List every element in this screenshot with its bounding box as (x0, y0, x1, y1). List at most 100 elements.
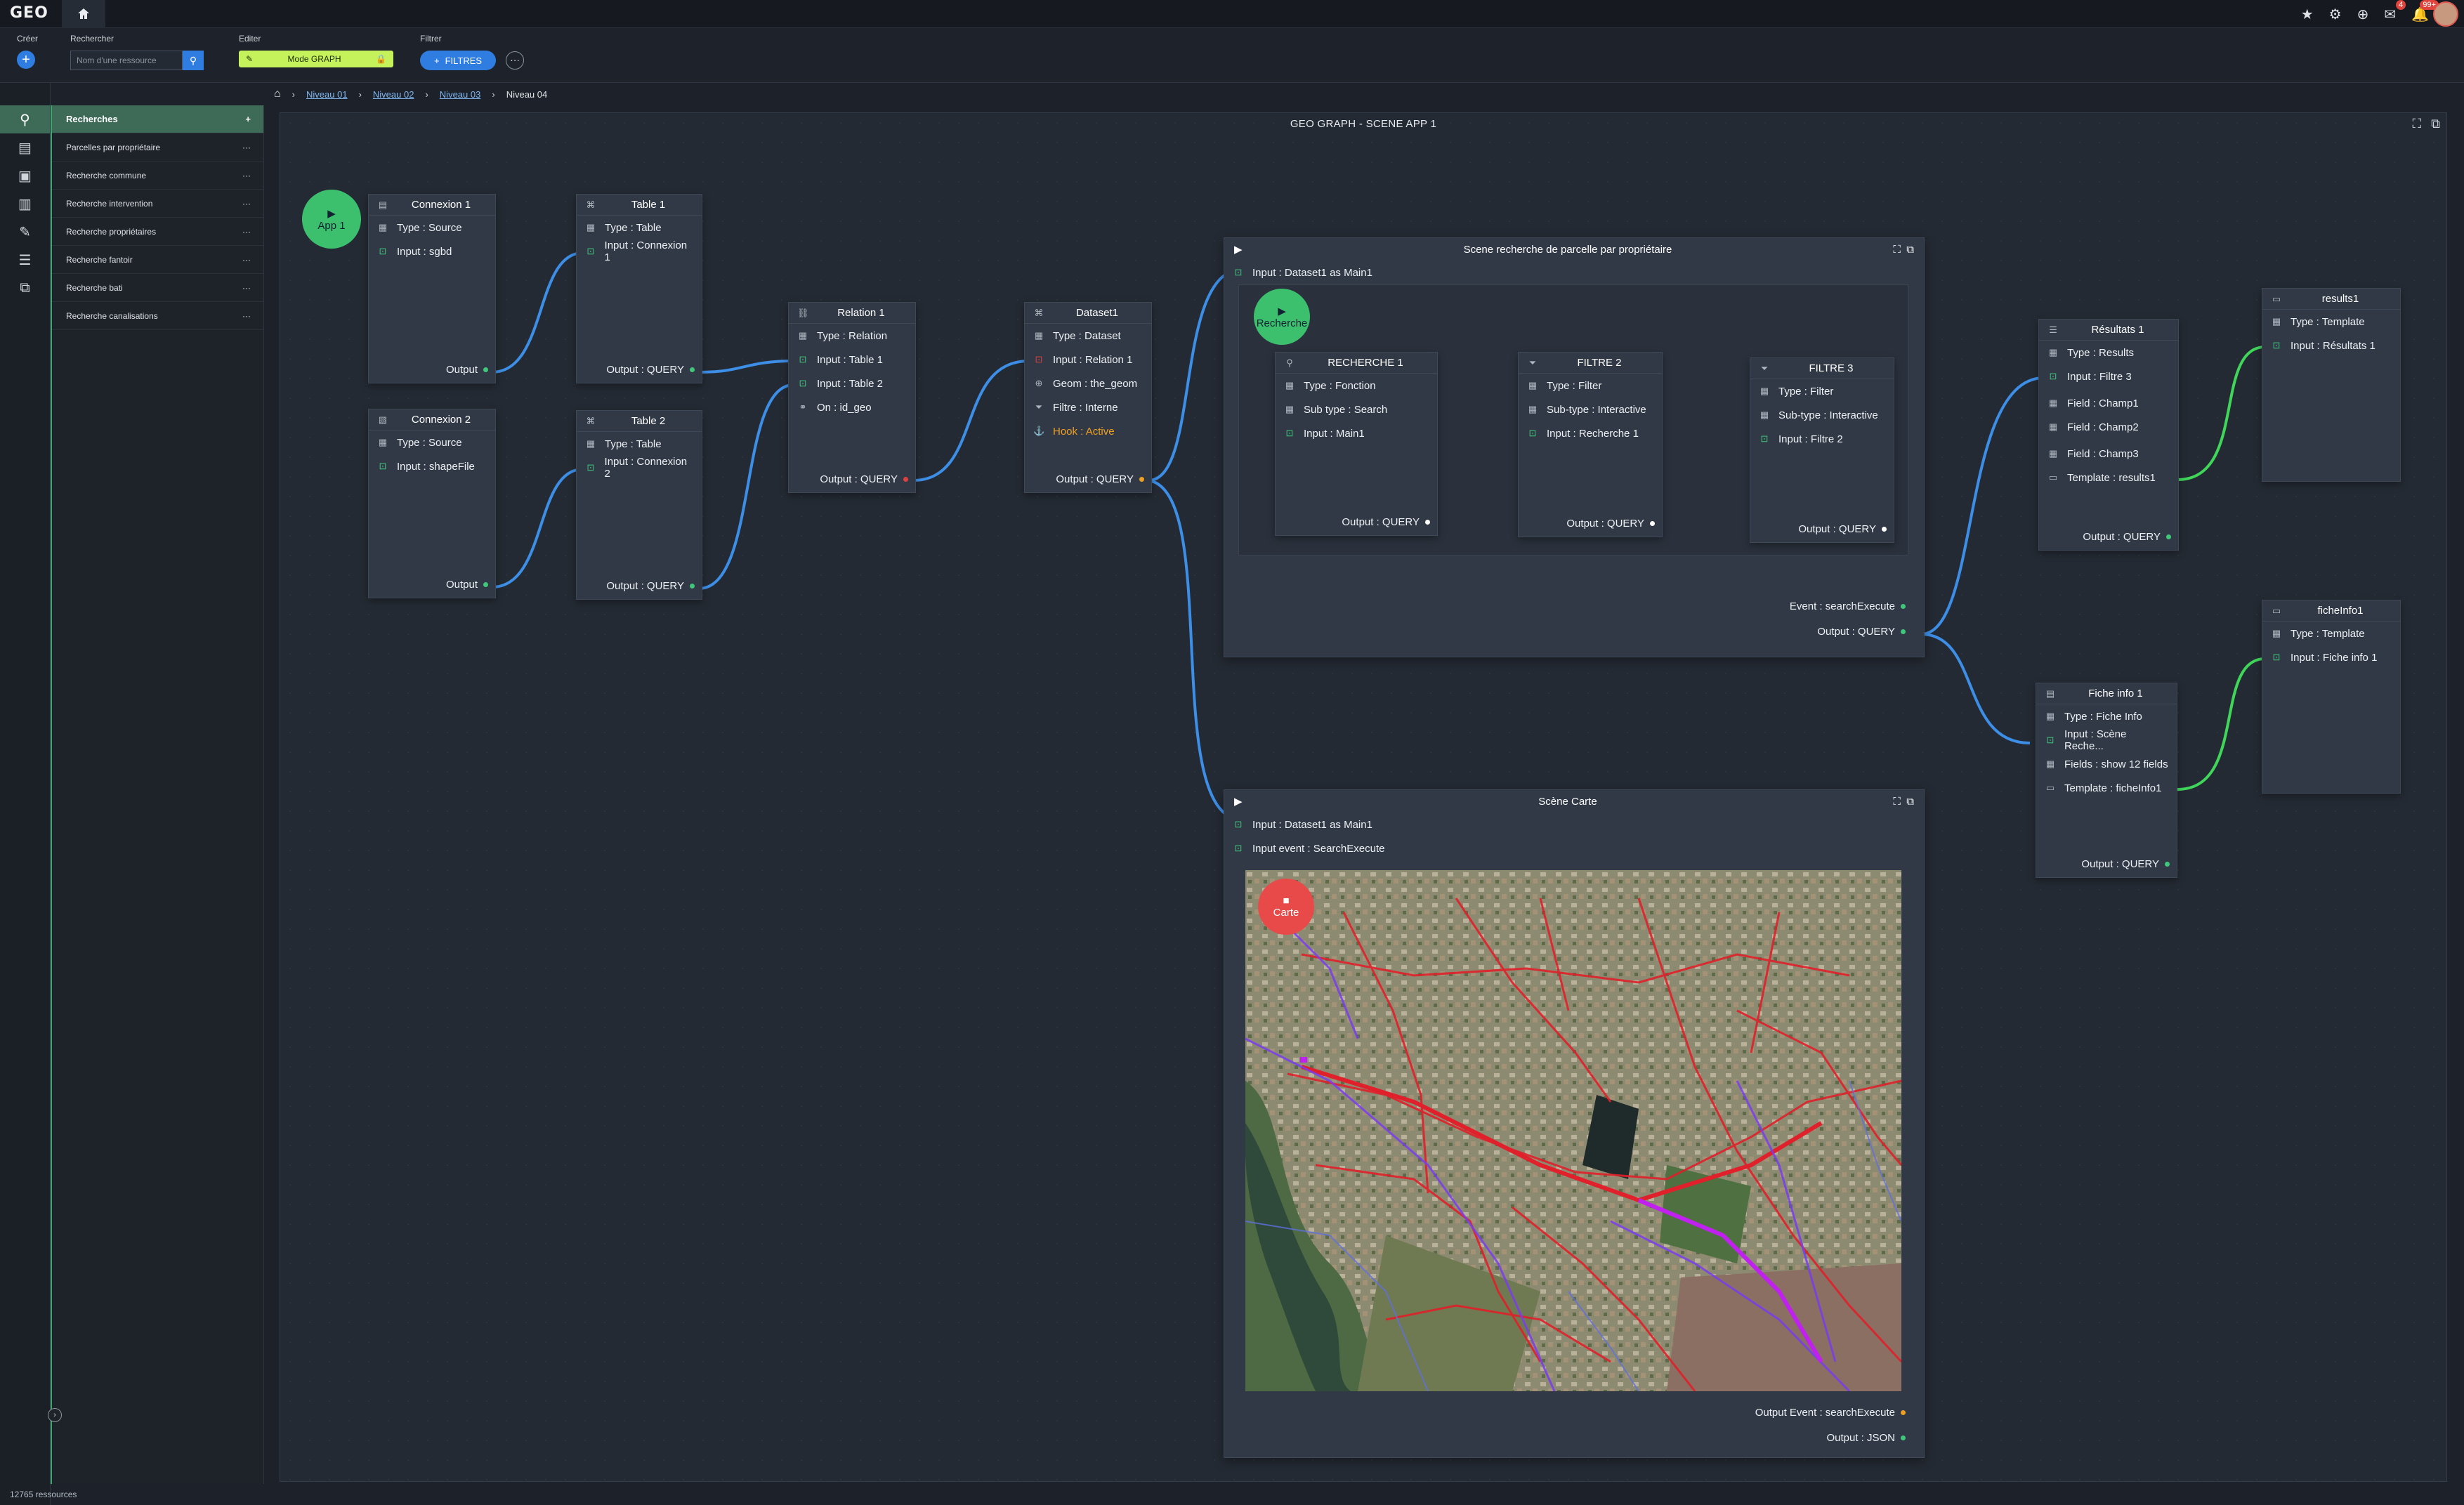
search-start-node[interactable]: ▶ Recherche (1254, 289, 1310, 345)
sidebar-item[interactable]: Recherche bati ··· (52, 274, 263, 302)
output-port[interactable] (1139, 477, 1144, 482)
map-label: Carte (1273, 907, 1299, 919)
image-icon[interactable]: ▣ (0, 162, 50, 190)
home-button[interactable] (62, 0, 105, 28)
open-external-icon[interactable]: ⧉ (2431, 117, 2440, 131)
search-category-icon[interactable]: ⚲ (0, 105, 50, 133)
app-label: App 1 (317, 219, 346, 232)
map-start-button[interactable]: ■ Carte (1258, 879, 1314, 935)
app-start-node[interactable]: ▶ App 1 (302, 190, 361, 249)
map-view[interactable]: ■ Carte (1245, 870, 1901, 1391)
more-icon[interactable]: ··· (242, 199, 251, 209)
chevron-right-icon: › (291, 88, 296, 100)
pencil-icon[interactable]: ✎ (0, 218, 50, 246)
more-icon[interactable]: ··· (242, 227, 251, 237)
node-results1-template[interactable]: ▭ results1 ▦ Type : Template ⊡ Input : Résu… (2262, 288, 2401, 482)
play-icon[interactable]: ▶ (1234, 243, 1243, 256)
output-port[interactable] (2165, 862, 2170, 867)
layers-icon[interactable]: ☰ (0, 246, 50, 274)
search-button[interactable]: ⚲ (183, 51, 204, 70)
node-subtype: Sub-type : Interactive (1547, 403, 1646, 416)
search-input[interactable]: Nom d'une ressource (70, 51, 183, 70)
scene-map-container[interactable]: ▶ Scène Carte ⛶ ⧉ ⊡ Input : Dataset1 as M… (1224, 789, 1925, 1458)
sidebar-item[interactable]: Recherche intervention ··· (52, 190, 263, 218)
more-icon[interactable]: ··· (242, 311, 251, 321)
messages-icon[interactable]: ✉ 4 (2384, 0, 2406, 23)
output-port[interactable] (1882, 527, 1887, 532)
mode-graph-toggle[interactable]: ✎ Mode GRAPH 🔒 (239, 51, 393, 67)
breadcrumb-level-1[interactable]: Niveau 01 (306, 89, 348, 100)
output-port[interactable] (1650, 521, 1655, 526)
app-logo[interactable]: GEO (10, 4, 48, 22)
node-connexion-2[interactable]: ▧ Connexion 2 ▦ Type : Source ⊡ Input : sha… (368, 409, 496, 598)
avatar[interactable] (2433, 1, 2458, 27)
fullscreen-icon[interactable]: ⛶ (1893, 244, 1901, 256)
output-port[interactable] (1901, 1435, 1906, 1440)
fullscreen-icon[interactable]: ⛶ (2413, 117, 2422, 131)
more-icon[interactable]: ··· (242, 171, 251, 180)
node-input: Input : Main1 (1304, 427, 1365, 440)
scene-search-container[interactable]: ▶ Scene recherche de parcelle par propri… (1224, 237, 1925, 657)
sidebar-item[interactable]: Parcelles par propriétaire ··· (52, 133, 263, 162)
sidebar-item-label: Parcelles par propriétaire (66, 142, 161, 152)
node-output: Output : QUERY (1566, 518, 1644, 530)
plus-icon: + (434, 55, 440, 66)
chart-icon[interactable]: ▥ (0, 190, 50, 218)
output-port[interactable] (2166, 534, 2171, 539)
sidebar-item[interactable]: Recherche canalisations ··· (52, 302, 263, 330)
globe-icon[interactable]: ⊕ (2357, 6, 2369, 23)
breadcrumb-level-3[interactable]: Niveau 03 (440, 89, 481, 100)
sidebar-item[interactable]: Recherche fantoir ··· (52, 246, 263, 274)
event-port[interactable] (1901, 1410, 1906, 1415)
node-connexion-1[interactable]: ▤ Connexion 1 ▦ Type : Source ⊡ Input : sgb… (368, 194, 496, 383)
more-icon[interactable]: ··· (242, 283, 251, 293)
sidebar-item[interactable]: Recherche commune ··· (52, 162, 263, 190)
node-filtre-2[interactable]: ⏷ FILTRE 2 ▦ Type : Filter ▦ Sub-type : Int… (1518, 352, 1663, 537)
more-options-button[interactable]: ··· (506, 51, 525, 70)
node-output: Output : QUERY (1056, 473, 1134, 485)
more-icon[interactable]: ··· (242, 255, 251, 265)
home-icon[interactable]: ⌂ (274, 88, 281, 100)
node-title: Connexion 2 (411, 414, 471, 426)
output-port[interactable] (1901, 629, 1906, 634)
filters-button[interactable]: + FILTRES (420, 51, 497, 70)
notifications-icon[interactable]: 🔔 99+ (2411, 0, 2439, 23)
node-fiche-info-1[interactable]: ▤ Fiche info 1 ▦ Type : Fiche Info ⊡ Input … (2036, 683, 2177, 878)
sidebar-collapse-button[interactable]: › (48, 1408, 62, 1422)
add-icon[interactable]: + (245, 114, 251, 124)
breadcrumb-level-2[interactable]: Niveau 02 (373, 89, 414, 100)
output-port[interactable] (483, 582, 488, 587)
node-resultats-1[interactable]: ☰ Résultats 1 ▦ Type : Results ⊡ Input : Fi… (2038, 319, 2179, 551)
star-icon[interactable]: ★ (2301, 6, 2314, 23)
output-port[interactable] (690, 584, 695, 589)
node-table-2[interactable]: ⌘ Table 2 ▦ Type : Table ⊡ Input : Connexio… (576, 410, 702, 600)
create-button[interactable]: + (17, 51, 35, 69)
fullscreen-icon[interactable]: ⛶ (1893, 796, 1901, 808)
output-port[interactable] (690, 367, 695, 372)
output-port[interactable] (903, 477, 908, 482)
document-icon[interactable]: ▤ (0, 133, 50, 162)
sidebar-item[interactable]: Recherche propriétaires ··· (52, 218, 263, 246)
gear-icon[interactable]: ⚙ (2329, 6, 2342, 23)
event-port[interactable] (1901, 604, 1906, 609)
sidebar-item-recherches[interactable]: Recherches + (52, 105, 263, 133)
table-icon: ⌘ (586, 415, 596, 426)
output-port[interactable] (483, 367, 488, 372)
node-filtre-3[interactable]: ⏷ FILTRE 3 ▦ Type : Filter ▦ Sub-type : Int… (1750, 357, 1894, 543)
node-dataset-1[interactable]: ⌘ Dataset1 ▦ Type : Dataset ⊡ Input : Relat… (1024, 302, 1152, 493)
node-ficheinfo1-template[interactable]: ▭ ficheInfo1 ▦ Type : Template ⊡ Input : Fi… (2262, 600, 2401, 794)
graph-icon[interactable]: ⧉ (0, 274, 50, 302)
play-icon[interactable]: ▶ (1234, 795, 1243, 808)
output-port[interactable] (1425, 520, 1430, 525)
node-type: Type : Source (397, 436, 462, 449)
grid-icon: ▦ (2045, 758, 2055, 769)
open-external-icon[interactable]: ⧉ (1906, 244, 1914, 256)
node-type: Type : Source (397, 221, 462, 234)
open-external-icon[interactable]: ⧉ (1906, 796, 1914, 808)
aerial-map[interactable] (1245, 870, 1901, 1391)
node-recherche-1[interactable]: ⚲ RECHERCHE 1 ▦ Type : Fonction ▦ Sub type … (1275, 352, 1438, 536)
more-icon[interactable]: ··· (242, 143, 251, 152)
node-table-1[interactable]: ⌘ Table 1 ▦ Type : Table ⊡ Input : Connexio… (576, 194, 702, 383)
node-relation-1[interactable]: ⛓ Relation 1 ▦ Type : Relation ⊡ Input : Ta… (788, 302, 916, 493)
grid-icon: ▦ (1285, 404, 1295, 414)
